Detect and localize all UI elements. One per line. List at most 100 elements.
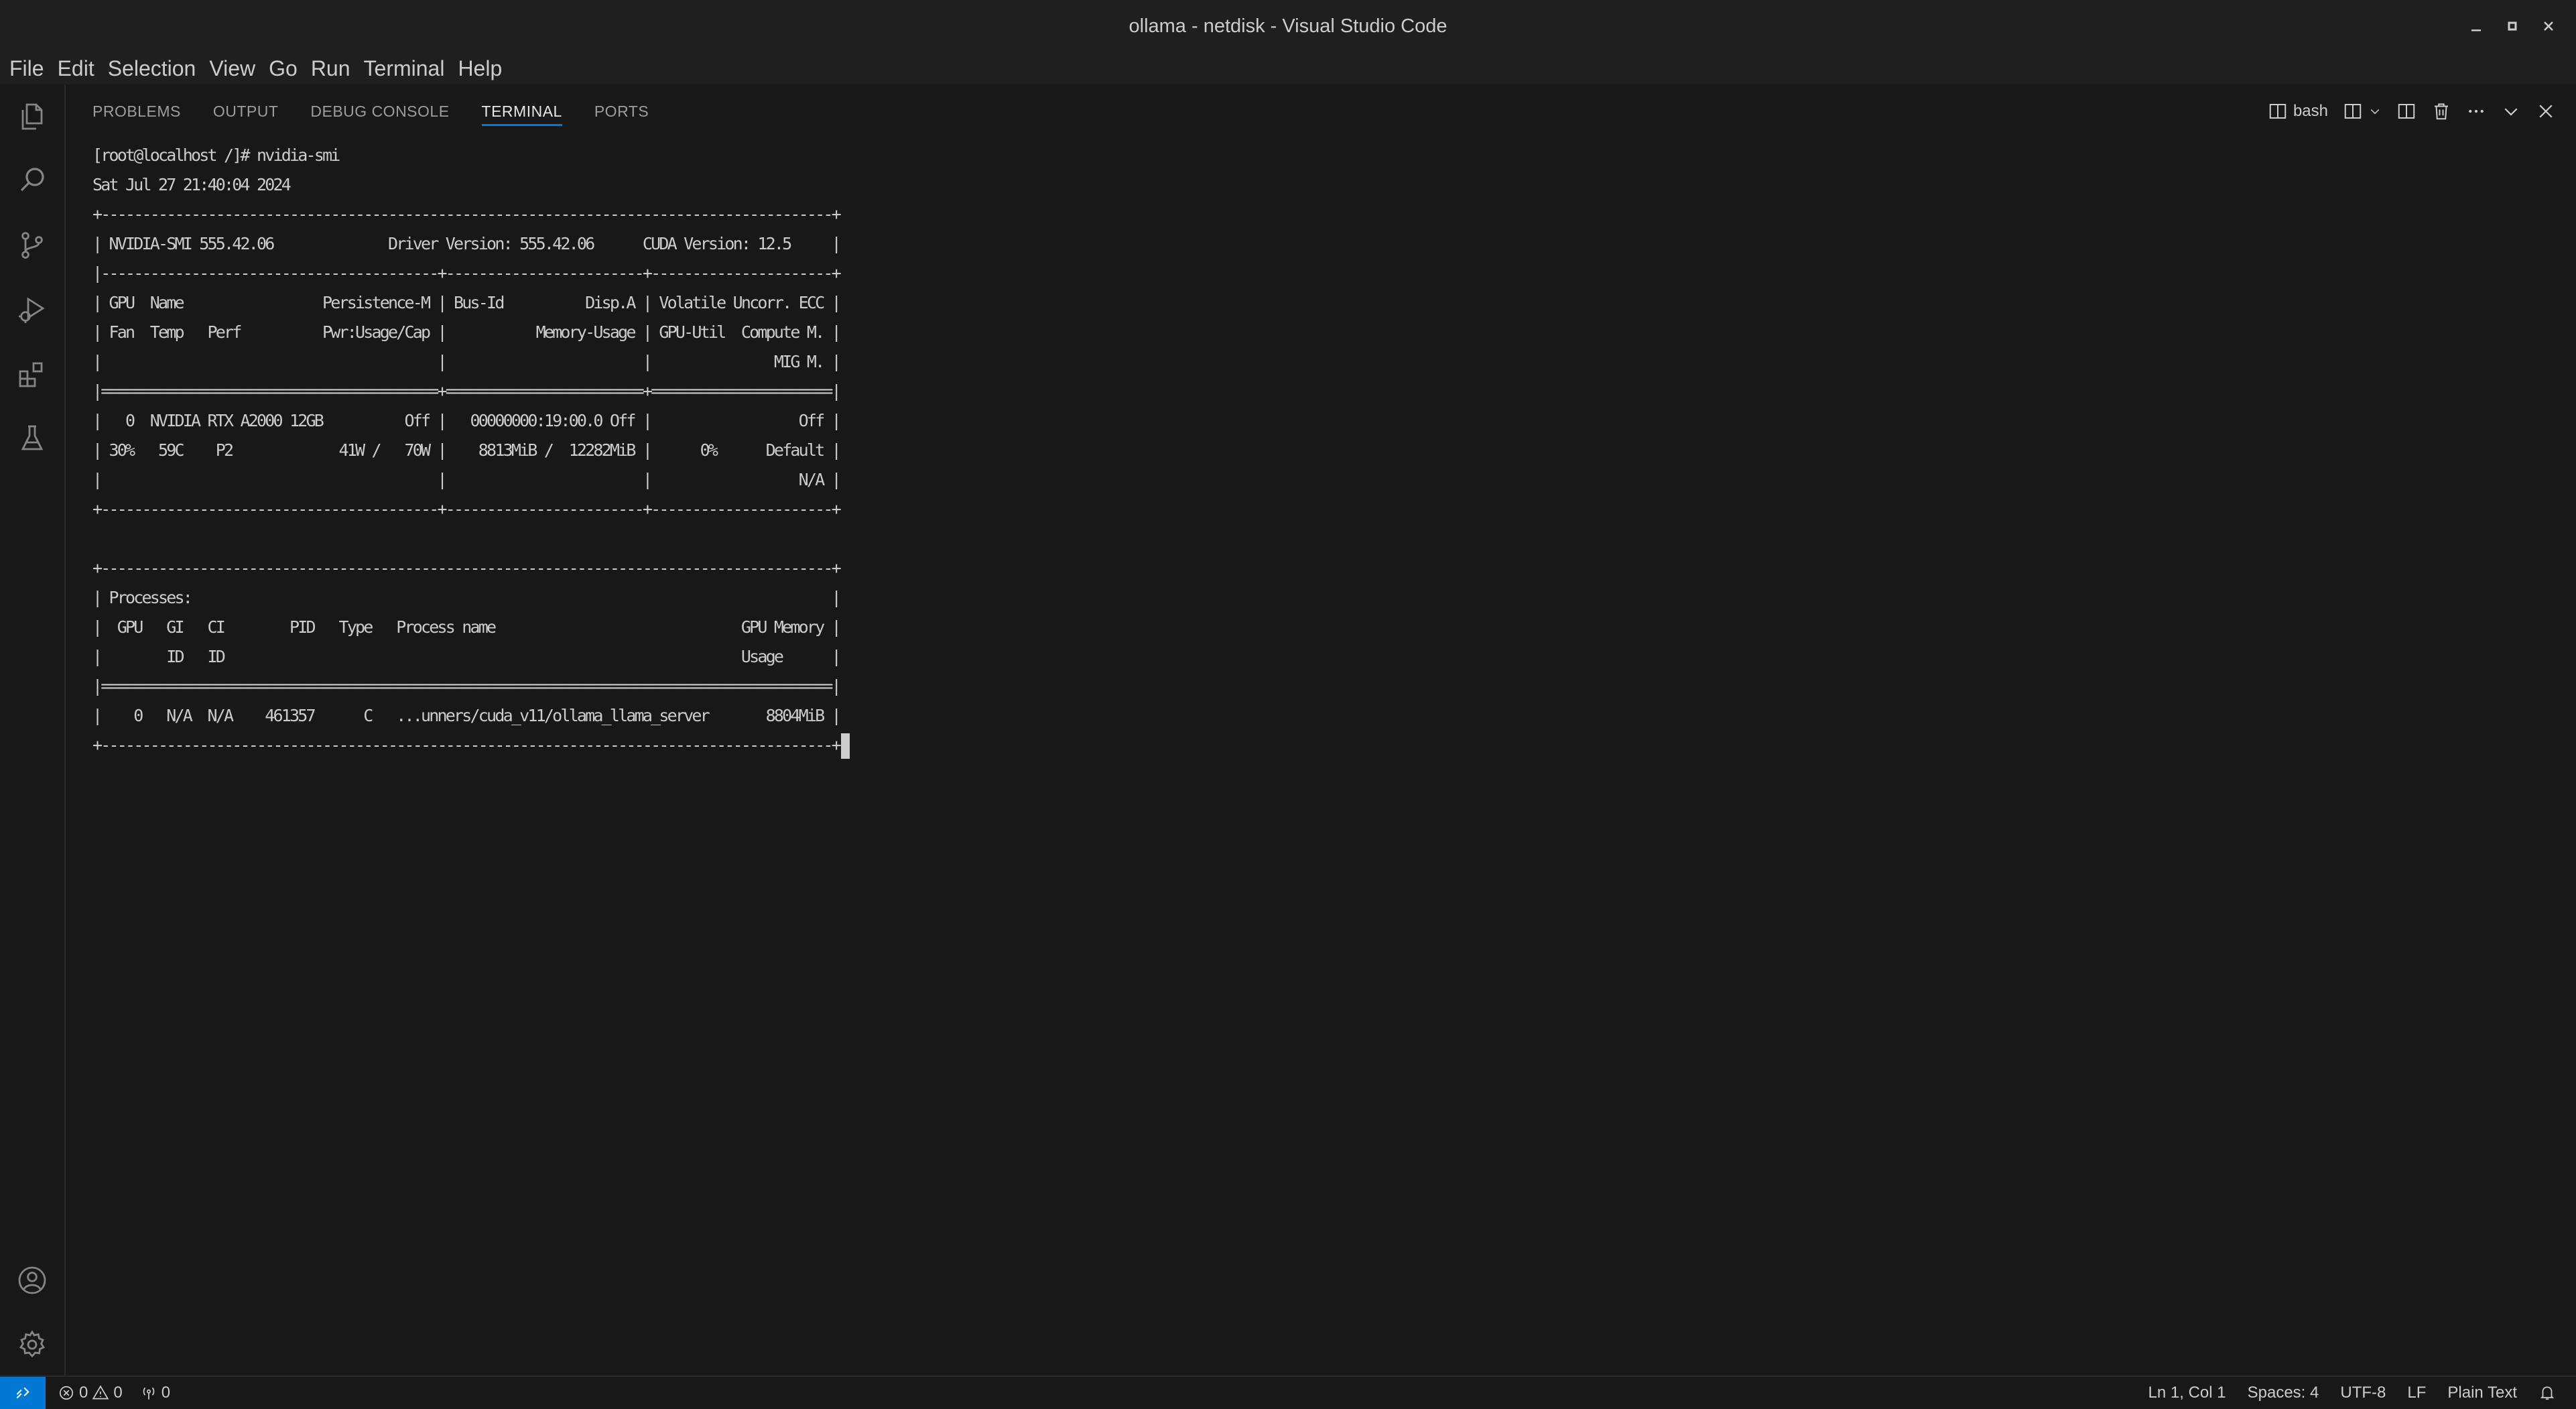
close-panel-button[interactable]: [2536, 101, 2556, 121]
terminal-line: +---------------------------------------…: [92, 558, 842, 578]
terminal-selector[interactable]: bash: [2268, 101, 2328, 121]
terminal-line: | NVIDIA-SMI 555.42.06 Driver Version: 5…: [92, 234, 842, 253]
menu-edit[interactable]: Edit: [54, 52, 104, 84]
terminal-line: | GPU Name Persistence-M | Bus-Id Disp.A…: [92, 293, 842, 312]
chevron-down-icon: [2370, 109, 2380, 115]
tab-debug-console[interactable]: DEBUG CONSOLE: [310, 93, 449, 130]
extensions-button[interactable]: [0, 342, 64, 406]
status-left: 0 0 0: [58, 1377, 170, 1409]
menu-help[interactable]: Help: [454, 52, 511, 84]
panel-actions: bash: [2268, 94, 2556, 129]
remote-icon: [16, 1387, 29, 1399]
terminal-line: [root@localhost /]# nvidia-smi: [92, 145, 340, 165]
ports-count: 0: [161, 1384, 171, 1402]
split-layout-icon: [2269, 104, 2287, 119]
status-bar: 0 0 0 Ln 1, Col 1 Spaces: 4 UTF-8 LF Pla…: [0, 1375, 2576, 1409]
minimize-icon: [2471, 29, 2481, 32]
ports-indicator[interactable]: 0: [140, 1384, 170, 1402]
language-mode[interactable]: Plain Text: [2447, 1384, 2517, 1402]
terminal-line: | GPU GI CI PID Type Process name GPU Me…: [92, 617, 842, 637]
run-debug-icon: [19, 297, 45, 323]
menu-bar: File Edit Selection View Go Run Terminal…: [0, 52, 2576, 84]
tab-terminal[interactable]: TERMINAL: [481, 93, 563, 130]
broadcast-icon: [140, 1384, 157, 1402]
panel-tabs: PROBLEMS OUTPUT DEBUG CONSOLE TERMINAL P…: [92, 93, 681, 130]
close-icon: [2539, 105, 2553, 118]
terminal-cursor: [840, 733, 850, 759]
menu-terminal[interactable]: Terminal: [360, 52, 454, 84]
terminal-line: | 0 N/A N/A 461357 C ...unners/cuda_v11/…: [92, 706, 842, 725]
source-control-button[interactable]: [0, 213, 64, 278]
manage-button[interactable]: [0, 1312, 64, 1377]
run-debug-button[interactable]: [0, 278, 64, 342]
close-button[interactable]: [2530, 0, 2567, 52]
search-button[interactable]: [0, 149, 64, 213]
source-control-icon: [21, 232, 43, 259]
tab-output[interactable]: OUTPUT: [213, 93, 279, 130]
terminal-line: | | | MIG M. |: [92, 352, 842, 371]
terminal-line: | Processes: |: [92, 588, 842, 607]
terminal-line: | ID ID Usage |: [92, 647, 842, 666]
testing-button[interactable]: [0, 406, 64, 471]
terminal-line: | 0 NVIDIA RTX A2000 12GB Off | 00000000…: [92, 411, 842, 430]
explorer-button[interactable]: [0, 84, 64, 149]
split-editor-icon: [2398, 104, 2415, 119]
minimize-button[interactable]: [2458, 0, 2494, 52]
menu-go[interactable]: Go: [265, 52, 307, 84]
cursor-position[interactable]: Ln 1, Col 1: [2148, 1384, 2226, 1402]
split-terminal-icon: [2344, 104, 2362, 119]
remote-indicator[interactable]: [0, 1377, 46, 1409]
terminal-scrollbar[interactable]: [2563, 141, 2576, 1355]
terminal-line: +---------------------------------------…: [92, 499, 842, 519]
extensions-icon: [19, 362, 43, 387]
settings-gear-icon: [19, 1330, 46, 1358]
search-icon: [20, 168, 44, 192]
tab-ports[interactable]: PORTS: [594, 93, 649, 130]
kill-terminal-button[interactable]: [2431, 101, 2451, 121]
window-title: ollama - netdisk - Visual Studio Code: [1129, 15, 1447, 37]
problems-indicator[interactable]: 0 0: [58, 1384, 123, 1402]
menu-file[interactable]: File: [5, 52, 54, 84]
terminal-line: | Fan Temp Perf Pwr:Usage/Cap | Memory-U…: [92, 322, 842, 342]
indentation[interactable]: Spaces: 4: [2248, 1384, 2319, 1402]
explorer-icon: [21, 103, 43, 130]
menu-run[interactable]: Run: [307, 52, 360, 84]
activity-bar: [0, 84, 66, 1375]
close-icon: [2544, 21, 2553, 31]
title-bar: ollama - netdisk - Visual Studio Code: [0, 0, 2576, 54]
notifications-bell-icon[interactable]: [2538, 1384, 2556, 1402]
terminal-line: +---------------------------------------…: [92, 204, 842, 224]
encoding[interactable]: UTF-8: [2340, 1384, 2386, 1402]
terminal-line-text: +---------------------------------------…: [92, 735, 842, 755]
terminal-line: | 30% 59C P2 41W / 70W | 8813MiB / 12282…: [92, 440, 842, 460]
terminal-last-line: +---------------------------------------…: [92, 731, 2549, 760]
terminal-line: |=======================================…: [92, 676, 842, 696]
maximize-button[interactable]: [2494, 0, 2530, 52]
launch-profile-button[interactable]: [2343, 101, 2382, 121]
error-count: 0: [79, 1384, 88, 1402]
trash-icon: [2435, 103, 2448, 120]
more-actions-button[interactable]: [2466, 101, 2486, 121]
status-right: Ln 1, Col 1 Spaces: 4 UTF-8 LF Plain Tex…: [2148, 1377, 2556, 1409]
warning-icon: [92, 1384, 109, 1402]
terminal-line: | | | N/A |: [92, 470, 842, 489]
warning-count: 0: [113, 1384, 123, 1402]
split-terminal-button[interactable]: [2396, 101, 2417, 121]
accounts-button[interactable]: [0, 1248, 64, 1312]
end-of-line[interactable]: LF: [2407, 1384, 2426, 1402]
menu-view[interactable]: View: [205, 52, 265, 84]
terminal-output[interactable]: [root@localhost /]# nvidia-smi Sat Jul 2…: [92, 141, 2549, 1355]
terminal-line: |=======================================…: [92, 381, 842, 401]
tab-problems[interactable]: PROBLEMS: [92, 93, 181, 130]
maximize-panel-button[interactable]: [2501, 101, 2521, 121]
accounts-icon: [18, 1266, 46, 1294]
maximize-icon: [2508, 21, 2517, 31]
ellipsis-icon: [2469, 109, 2484, 113]
menu-selection[interactable]: Selection: [104, 52, 206, 84]
testing-icon: [21, 425, 44, 450]
chevron-down-icon: [2504, 108, 2518, 116]
terminal-line: |---------------------------------------…: [92, 263, 842, 283]
panel: PROBLEMS OUTPUT DEBUG CONSOLE TERMINAL P…: [66, 84, 2576, 1375]
error-icon: [58, 1384, 75, 1402]
